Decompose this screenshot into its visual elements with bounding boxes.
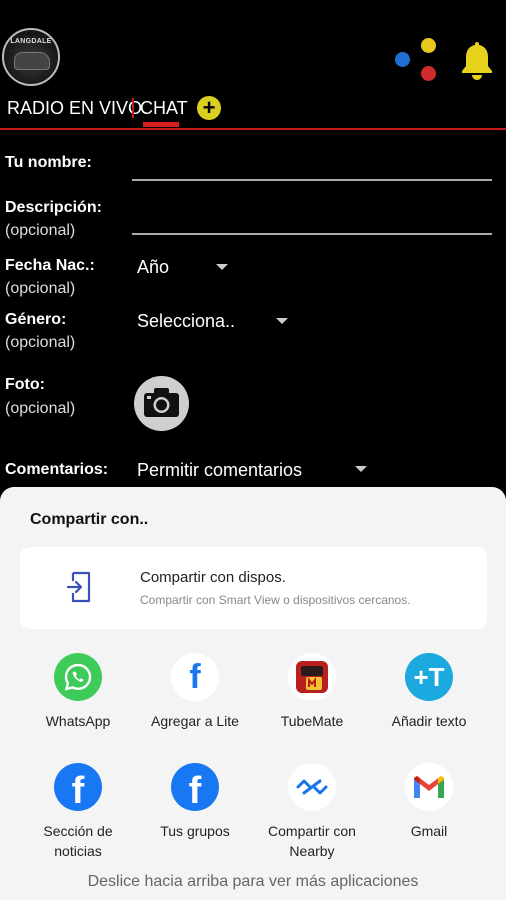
share-app-whatsapp[interactable]: WhatsApp [18,653,138,729]
red-dot [421,66,436,81]
share-app-add-text[interactable]: +T Añadir texto [369,653,489,729]
facebook-icon: f [54,763,102,811]
camera-button[interactable] [134,376,189,431]
app-label: Tus grupos [160,823,230,839]
share-app-facebook-lite[interactable]: f Agregar a Lite [135,653,255,729]
facebook-icon: f [171,763,219,811]
share-with-devices-card[interactable]: Compartir con dispos. Compartir con Smar… [20,547,487,629]
whatsapp-icon [54,653,102,701]
tubemate-icon [288,653,336,701]
tab-bar: RADIO EN VIVO CHAT + [0,92,506,130]
logo-car-graphic [14,52,50,70]
gender-label: Género: [5,311,67,328]
share-app-your-groups[interactable]: f Tus grupos [135,763,255,853]
app-header: LANGDALE [0,0,506,92]
share-sheet-title: Compartir con.. [30,511,149,528]
chevron-down-icon [276,318,288,324]
app-label: Gmail [410,823,448,839]
app-label: Compartir con Nearby [268,823,356,859]
birth-year-value: Año [137,257,170,277]
app-label: Añadir texto [391,713,467,729]
name-label: Tu nombre: [5,154,92,171]
birthdate-label: Fecha Nac.: [5,257,95,274]
blue-dot [395,52,410,67]
bell-icon[interactable] [460,40,494,80]
swipe-up-hint: Deslice hacia arriba para ver más aplica… [87,873,419,890]
description-optional-label: (opcional) [5,222,76,239]
description-input[interactable] [132,233,492,235]
photo-label: Foto: [5,376,45,393]
gmail-icon [405,763,453,811]
description-label: Descripción: [5,199,102,216]
share-devices-icon [66,571,91,603]
chevron-down-icon [355,466,367,472]
gender-value: Selecciona.. [137,311,236,331]
app-label: Sección de noticias [43,823,113,859]
facebook-lite-icon: f [171,653,219,701]
logo-text: LANGDALE [10,38,52,45]
share-app-tubemate[interactable]: TubeMate [252,653,372,729]
app-label: WhatsApp [45,713,111,729]
share-devices-subtitle: Compartir con Smart View o dispositivos … [140,593,411,607]
comments-value: Permitir comentarios [137,460,303,480]
app-dots-icon[interactable] [395,38,445,84]
add-tab-button[interactable]: + [197,96,221,120]
yellow-dot [421,38,436,53]
station-logo[interactable]: LANGDALE [2,28,60,86]
nearby-share-icon [288,763,336,811]
add-text-icon: +T [405,653,453,701]
chevron-down-icon [216,264,228,270]
app-label: TubeMate [280,713,344,729]
tab-divider [132,98,134,118]
camera-icon [144,388,179,417]
photo-optional-label: (opcional) [5,400,76,417]
comments-label: Comentarios: [5,461,109,478]
tab-chat[interactable]: CHAT [140,98,188,119]
header-divider [0,128,506,130]
gender-optional-label: (opcional) [5,334,76,351]
share-app-news-feed[interactable]: f Sección de noticias [18,763,138,859]
share-sheet: Compartir con.. Compartir con dispos. Co… [0,487,506,900]
share-app-nearby-share[interactable]: Compartir con Nearby [252,763,372,859]
share-devices-title: Compartir con dispos. [140,569,286,586]
birthdate-optional-label: (opcional) [5,280,76,297]
name-input[interactable] [132,179,492,181]
share-app-gmail[interactable]: Gmail [369,763,489,853]
active-tab-indicator [143,122,179,127]
tab-radio-en-vivo[interactable]: RADIO EN VIVO [7,98,142,119]
app-label: Agregar a Lite [151,713,239,729]
